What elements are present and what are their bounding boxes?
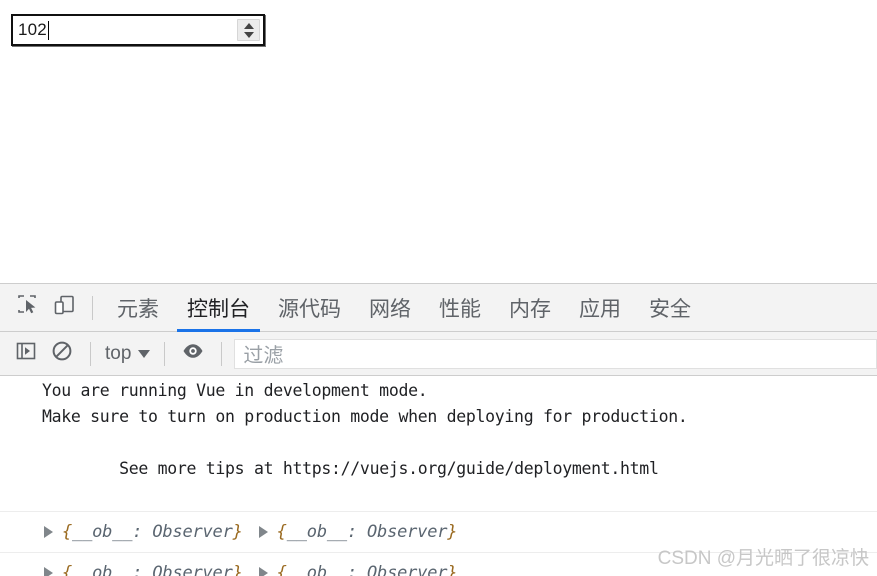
observer-object-text: {__ob__: Observer} [277, 563, 458, 576]
object-value: Observer [152, 522, 232, 542]
object-colon: : [347, 563, 367, 576]
object-open-brace: { [277, 522, 287, 542]
observer-object-token[interactable]: {__ob__: Observer} [259, 522, 458, 542]
spinner-down-arrow-icon[interactable] [244, 32, 254, 38]
tab-memory[interactable]: 内存 [495, 284, 565, 332]
text-caret [48, 21, 49, 40]
object-key: __ob__ [287, 522, 347, 542]
vue-deployment-docs-link[interactable]: https://vuejs.org/guide/deployment.html [283, 459, 659, 478]
inspect-element-button[interactable] [10, 290, 46, 326]
object-close-brace: } [233, 563, 243, 576]
toolbar-divider [92, 296, 93, 320]
number-input-field[interactable]: 102 [13, 16, 237, 44]
object-colon: : [132, 563, 152, 576]
object-colon: : [132, 522, 152, 542]
object-key: __ob__ [72, 522, 132, 542]
object-key: __ob__ [72, 563, 132, 576]
object-open-brace: { [62, 563, 72, 576]
console-context-label: top [105, 343, 131, 365]
object-value: Observer [367, 563, 447, 576]
devtools-panel: 元素 控制台 源代码 网络 性能 内存 应用 安全 [0, 283, 877, 576]
live-expression-eye-icon [181, 339, 205, 368]
tab-network[interactable]: 网络 [355, 284, 425, 332]
tab-console[interactable]: 控制台 [173, 284, 264, 332]
console-context-selector[interactable]: top [101, 343, 154, 365]
devtools-tabbar: 元素 控制台 源代码 网络 性能 内存 应用 安全 [0, 284, 877, 332]
expand-triangle-icon[interactable] [259, 567, 268, 576]
number-input-spinner[interactable] [237, 19, 260, 41]
observer-object-text: {__ob__: Observer} [62, 563, 243, 576]
object-close-brace: } [447, 563, 457, 576]
device-toolbar-icon [52, 293, 76, 322]
tab-elements-label: 元素 [117, 293, 159, 323]
console-message-line-2: Make sure to turn on production mode whe… [0, 404, 877, 430]
tab-console-label: 控制台 [187, 293, 250, 323]
tab-application[interactable]: 应用 [565, 284, 635, 332]
console-message-vue-dev-warning[interactable]: You are running Vue in development mode.… [0, 376, 877, 512]
tab-sources[interactable]: 源代码 [264, 284, 355, 332]
console-message-line-1: You are running Vue in development mode. [0, 378, 877, 404]
console-toolbar-divider-3 [221, 342, 222, 366]
console-message-line-3: See more tips at https://vuejs.org/guide… [0, 430, 877, 508]
number-input[interactable]: 102 [11, 14, 265, 46]
tab-sources-label: 源代码 [278, 293, 341, 323]
object-value: Observer [152, 563, 232, 576]
tab-performance[interactable]: 性能 [425, 284, 495, 332]
object-close-brace: } [447, 522, 457, 542]
tab-security[interactable]: 安全 [635, 284, 705, 332]
tab-elements[interactable]: 元素 [103, 284, 173, 332]
tab-performance-label: 性能 [439, 293, 481, 323]
object-close-brace: } [233, 522, 243, 542]
observer-object-token[interactable]: {__ob__: Observer} [259, 563, 458, 576]
tab-application-label: 应用 [579, 293, 621, 323]
tab-network-label: 网络 [369, 293, 411, 323]
console-toolbar-divider-2 [164, 342, 165, 366]
observer-object-text: {__ob__: Observer} [277, 522, 458, 542]
chevron-down-icon [138, 350, 150, 358]
console-filter-input[interactable]: 过滤 [234, 339, 877, 369]
expand-triangle-icon[interactable] [44, 567, 53, 576]
object-open-brace: { [277, 563, 287, 576]
rendered-web-page: 102 [0, 0, 877, 283]
console-filter-placeholder: 过滤 [243, 339, 283, 368]
tab-security-label: 安全 [649, 293, 691, 323]
live-expression-button[interactable] [175, 336, 211, 372]
console-sidebar-toggle-icon [14, 339, 38, 368]
observer-object-token[interactable]: {__ob__: Observer} [44, 563, 243, 576]
object-value: Observer [367, 522, 447, 542]
console-message-line-3-text: See more tips at [119, 459, 283, 478]
device-toolbar-button[interactable] [46, 290, 82, 326]
object-colon: : [347, 522, 367, 542]
tab-memory-label: 内存 [509, 293, 551, 323]
spinner-up-arrow-icon[interactable] [244, 23, 254, 29]
observer-object-token[interactable]: {__ob__: Observer} [44, 522, 243, 542]
console-output: You are running Vue in development mode.… [0, 376, 877, 576]
expand-triangle-icon[interactable] [259, 526, 268, 538]
object-key: __ob__ [287, 563, 347, 576]
number-input-value-text: 102 [18, 20, 47, 40]
observer-object-text: {__ob__: Observer} [62, 522, 243, 542]
console-object-row[interactable]: {__ob__: Observer} {__ob__: Observer} [0, 553, 877, 576]
clear-console-icon [50, 339, 74, 368]
inspect-element-icon [16, 293, 40, 322]
clear-console-button[interactable] [44, 336, 80, 372]
console-toolbar-divider-1 [90, 342, 91, 366]
console-object-row[interactable]: {__ob__: Observer} {__ob__: Observer} [0, 512, 877, 553]
object-open-brace: { [62, 522, 72, 542]
expand-triangle-icon[interactable] [44, 526, 53, 538]
console-sidebar-toggle-button[interactable] [8, 336, 44, 372]
console-toolbar: top 过滤 [0, 332, 877, 376]
